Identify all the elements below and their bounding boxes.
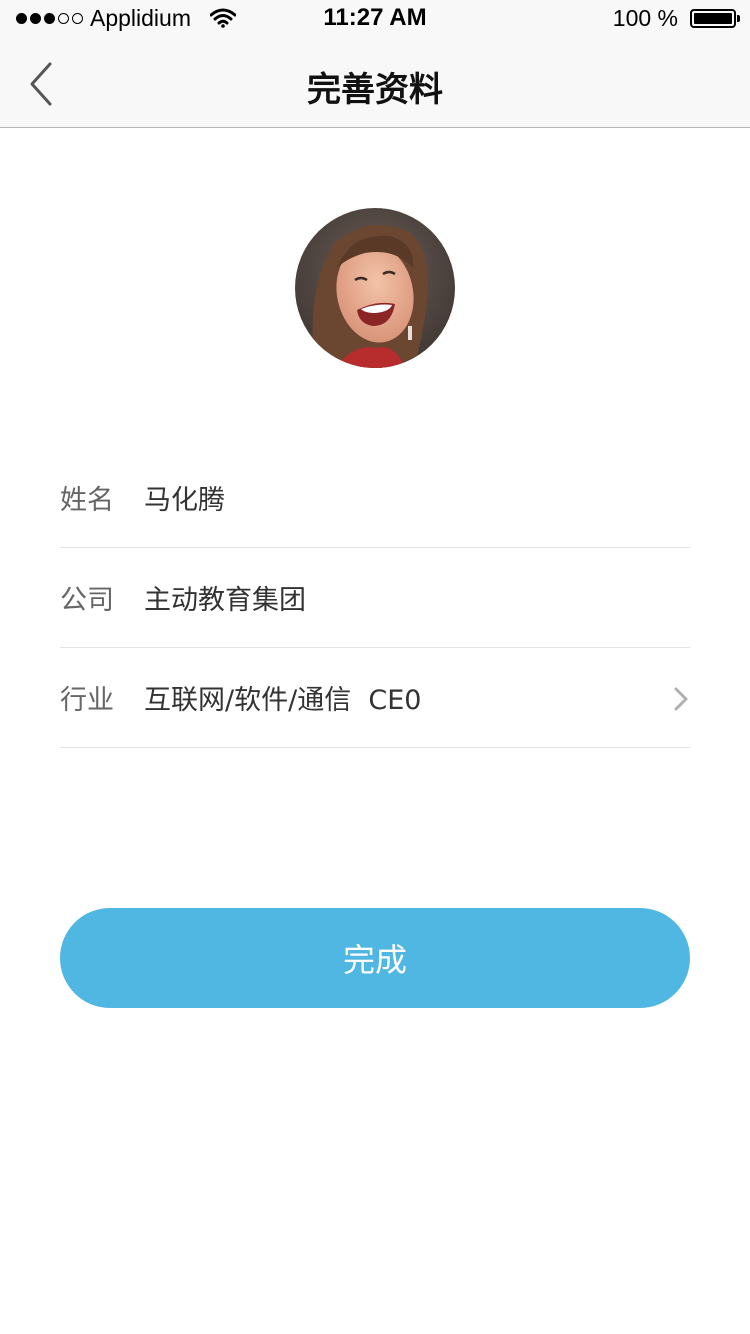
profile-form: 姓名 马化腾 公司 主动教育集团 行业 互联网/软件/通信 CE0 — [60, 448, 690, 748]
battery-icon — [690, 9, 740, 28]
company-label: 公司 — [60, 585, 114, 616]
name-value[interactable]: 马化腾 — [144, 478, 690, 517]
name-label: 姓名 — [60, 485, 114, 516]
screen: Applidium 11:27 AM 100 % 完善资料 姓名 马化腾 公司 … — [0, 0, 750, 1334]
avatar[interactable] — [295, 208, 455, 368]
avatar-photo — [295, 208, 455, 368]
page-title: 完善资料 — [307, 70, 443, 110]
battery-percentage: 100 % — [612, 5, 678, 31]
form-row-company[interactable]: 公司 主动教育集团 — [60, 548, 690, 648]
industry-value[interactable]: 互联网/软件/通信 CE0 — [144, 678, 690, 717]
navigation-bar: 完善资料 — [0, 40, 750, 128]
battery-fill — [694, 13, 732, 24]
form-row-industry[interactable]: 行业 互联网/软件/通信 CE0 — [60, 648, 690, 748]
status-bar: Applidium 11:27 AM 100 % — [0, 0, 750, 40]
industry-label: 行业 — [60, 685, 114, 716]
form-row-name[interactable]: 姓名 马化腾 — [60, 448, 690, 548]
chevron-right-icon — [672, 686, 690, 716]
company-value[interactable]: 主动教育集团 — [144, 578, 690, 617]
done-button[interactable]: 完成 — [60, 908, 690, 1008]
battery-nub — [737, 15, 740, 22]
